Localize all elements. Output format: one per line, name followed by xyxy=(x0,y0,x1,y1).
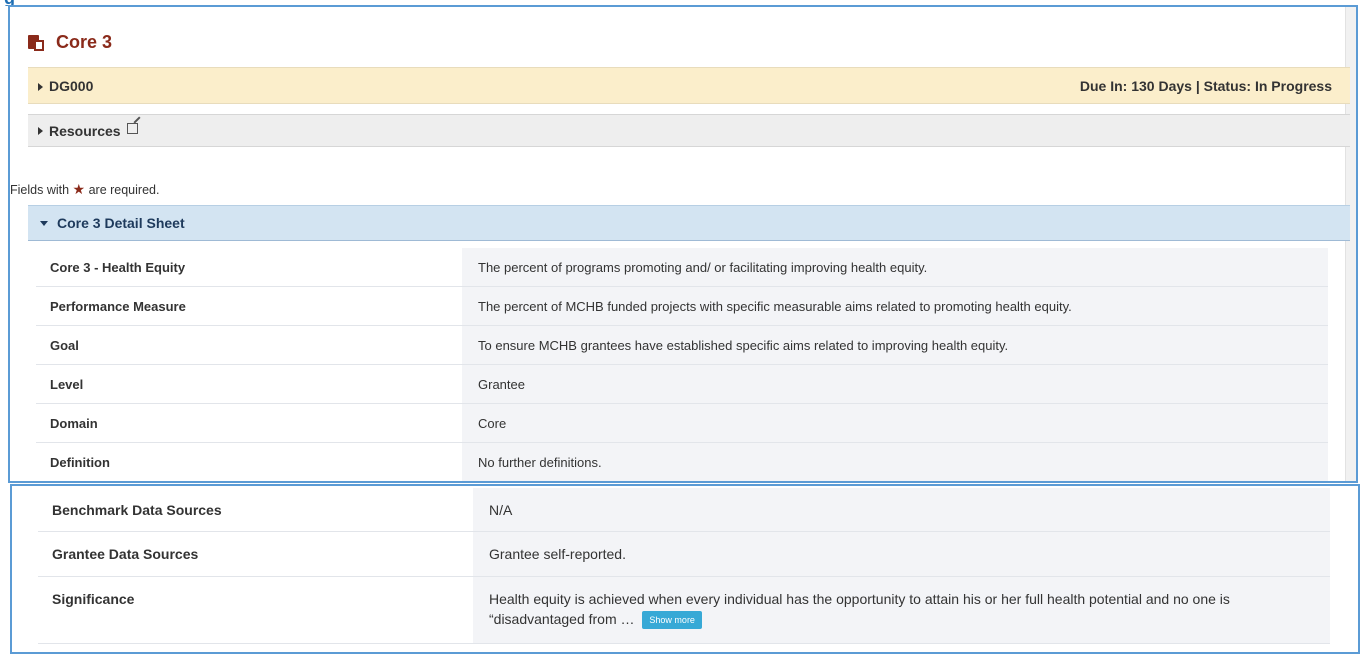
show-more-button[interactable]: Show more xyxy=(642,611,702,630)
required-fields-note: Fields with ★ are required. xyxy=(10,181,159,198)
row-label: Benchmark Data Sources xyxy=(38,488,473,531)
detail-sheet-header[interactable]: Core 3 Detail Sheet xyxy=(28,205,1350,241)
row-label: Level xyxy=(36,365,462,403)
table-row: Domain Core xyxy=(36,404,1328,443)
table-row: Performance Measure The percent of MCHB … xyxy=(36,287,1328,326)
row-label: Domain xyxy=(36,404,462,442)
row-label: Core 3 - Health Equity xyxy=(36,248,462,286)
row-value: Grantee self-reported. xyxy=(473,532,1330,576)
row-value: N/A xyxy=(473,488,1330,531)
row-value: To ensure MCHB grantees have established… xyxy=(462,326,1328,364)
dg-label: DG000 xyxy=(49,77,94,94)
dg-status: Due In: 130 Days | Status: In Progress xyxy=(1079,77,1332,94)
row-label: Grantee Data Sources xyxy=(38,532,473,576)
required-note-prefix: Fields with xyxy=(10,183,70,197)
row-label: Goal xyxy=(36,326,462,364)
table-row: Level Grantee xyxy=(36,365,1328,404)
external-link-icon[interactable] xyxy=(126,123,138,134)
row-value: Core xyxy=(462,404,1328,442)
required-star-icon: ★ xyxy=(72,181,86,197)
table-row: Goal To ensure MCHB grantees have establ… xyxy=(36,326,1328,365)
caret-right-icon xyxy=(38,126,43,135)
row-label: Definition xyxy=(36,443,462,481)
dg-accordion-bar[interactable]: DG000 Due In: 130 Days | Status: In Prog… xyxy=(28,67,1350,104)
detail-table-continued: Benchmark Data Sources N/A Grantee Data … xyxy=(38,488,1330,644)
row-label: Performance Measure xyxy=(36,287,462,325)
dg-toggle[interactable]: DG000 xyxy=(38,78,93,94)
table-row: Definition No further definitions. xyxy=(36,443,1328,481)
copy-icon xyxy=(28,34,46,52)
significance-text: Health equity is achieved when every ind… xyxy=(489,591,1230,627)
row-value: The percent of programs promoting and/ o… xyxy=(462,248,1328,286)
detail-table: Core 3 - Health Equity The percent of pr… xyxy=(36,248,1328,481)
page-title: Core 3 xyxy=(56,32,113,52)
row-value: Grantee xyxy=(462,365,1328,403)
caret-right-icon xyxy=(38,82,43,91)
required-note-suffix: are required. xyxy=(88,183,160,197)
resources-accordion-bar[interactable]: Resources xyxy=(28,114,1350,147)
table-row: Benchmark Data Sources N/A xyxy=(38,488,1330,532)
row-value: No further definitions. xyxy=(462,443,1328,481)
detail-sheet-title: Core 3 Detail Sheet xyxy=(57,215,185,231)
resources-label[interactable]: Resources xyxy=(49,123,121,139)
row-value: Health equity is achieved when every ind… xyxy=(473,577,1330,643)
page-header: Core 3 xyxy=(28,32,112,53)
detail-frame-bottom: Benchmark Data Sources N/A Grantee Data … xyxy=(10,484,1360,654)
row-label: Significance xyxy=(38,577,473,643)
table-row: Core 3 - Health Equity The percent of pr… xyxy=(36,248,1328,287)
row-value: The percent of MCHB funded projects with… xyxy=(462,287,1328,325)
table-row: Grantee Data Sources Grantee self-report… xyxy=(38,532,1330,577)
detail-frame-top: Core 3 DG000 Due In: 130 Days | Status: … xyxy=(8,5,1358,483)
table-row: Significance Health equity is achieved w… xyxy=(38,577,1330,644)
caret-down-icon xyxy=(40,220,48,226)
